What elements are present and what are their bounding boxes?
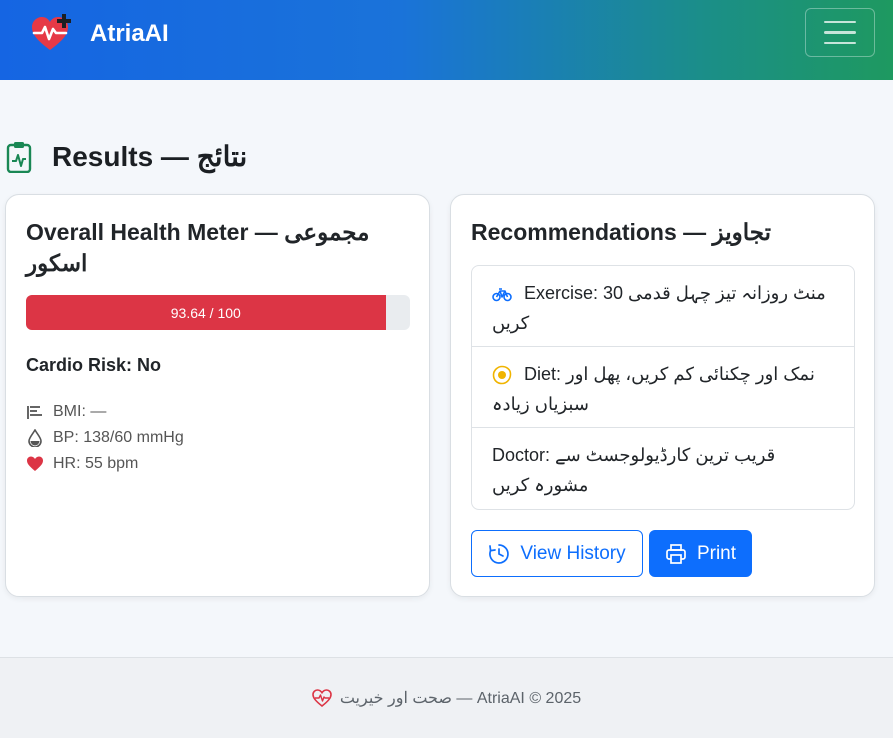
- bmi-text: BMI: —: [53, 403, 107, 420]
- bicycle-icon: [492, 288, 512, 302]
- heart-pulse-plus-icon: [32, 14, 71, 50]
- recommendations-card: Recommendations — تجاویز Exercise: 30 من…: [450, 194, 875, 597]
- navbar-toggle-button[interactable]: [805, 8, 875, 57]
- recommendation-item-diet: Diet: نمک اور چکنائی کم کریں، پھل اور سب…: [472, 347, 854, 428]
- recommendation-text-diet: Diet: نمک اور چکنائی کم کریں، پھل اور سب…: [492, 364, 815, 414]
- heart-icon: [27, 456, 43, 471]
- recommendation-text-exercise: Exercise: 30 منٹ روزانہ تیز چہل قدمی کری…: [492, 283, 826, 333]
- health-meter-progress: 93.64 / 100: [26, 295, 410, 330]
- brand[interactable]: AtriaAI: [30, 14, 169, 54]
- page-title: Results — نتائج: [52, 141, 248, 172]
- print-label: Print: [696, 542, 737, 564]
- navbar: AtriaAI: [0, 0, 893, 80]
- page-heading: Results — نتائج: [6, 140, 247, 173]
- recommendation-item-exercise: Exercise: 30 منٹ روزانہ تیز چہل قدمی کری…: [472, 266, 854, 347]
- bp-text: BP: 138/60 mmHg: [53, 429, 184, 446]
- stat-hr: HR: 55 bpm: [26, 455, 138, 473]
- view-history-button[interactable]: View History: [471, 530, 643, 577]
- print-button[interactable]: Print: [649, 530, 752, 577]
- health-meter-card: Overall Health Meter — مجموعی اسکور 93.6…: [5, 194, 430, 597]
- recommendation-item-doctor: Doctor: قریب ترین کارڈیولوجسٹ سے مشورہ ک…: [472, 428, 854, 509]
- clock-history-icon: [489, 543, 510, 564]
- footer-text: صحت اور خیریت — AtriaAI © 2025: [339, 690, 582, 707]
- stat-bmi: BMI: —: [26, 403, 106, 421]
- egg-fried-icon: [492, 365, 512, 385]
- recommendations-title: Recommendations — تجاویز: [471, 219, 772, 245]
- health-meter-bar: 93.64 / 100: [26, 295, 386, 330]
- brand-name: AtriaAI: [90, 20, 169, 47]
- cardio-risk-label: Cardio Risk:: [26, 355, 133, 375]
- hr-text: HR: 55 bpm: [53, 455, 139, 472]
- health-meter-title: Overall Health Meter — مجموعی اسکور: [26, 219, 370, 276]
- recommendation-text-doctor: Doctor: قریب ترین کارڈیولوجسٹ سے مشورہ ک…: [492, 445, 776, 495]
- recommendations-list: Exercise: 30 منٹ روزانہ تیز چہل قدمی کری…: [471, 265, 855, 510]
- droplet-icon: [28, 429, 42, 447]
- footer: صحت اور خیریت — AtriaAI © 2025: [0, 657, 893, 738]
- heart-pulse-icon: [312, 689, 332, 708]
- cardio-risk-value: No: [137, 355, 162, 375]
- ruler-icon: [27, 406, 42, 419]
- view-history-label: View History: [520, 542, 626, 564]
- printer-icon: [666, 543, 686, 564]
- hamburger-menu-icon: [824, 20, 856, 24]
- stat-bp: BP: 138/60 mmHg: [26, 429, 184, 447]
- cardio-risk: Cardio Risk: No: [26, 355, 161, 376]
- clipboard-pulse-icon: [6, 141, 32, 173]
